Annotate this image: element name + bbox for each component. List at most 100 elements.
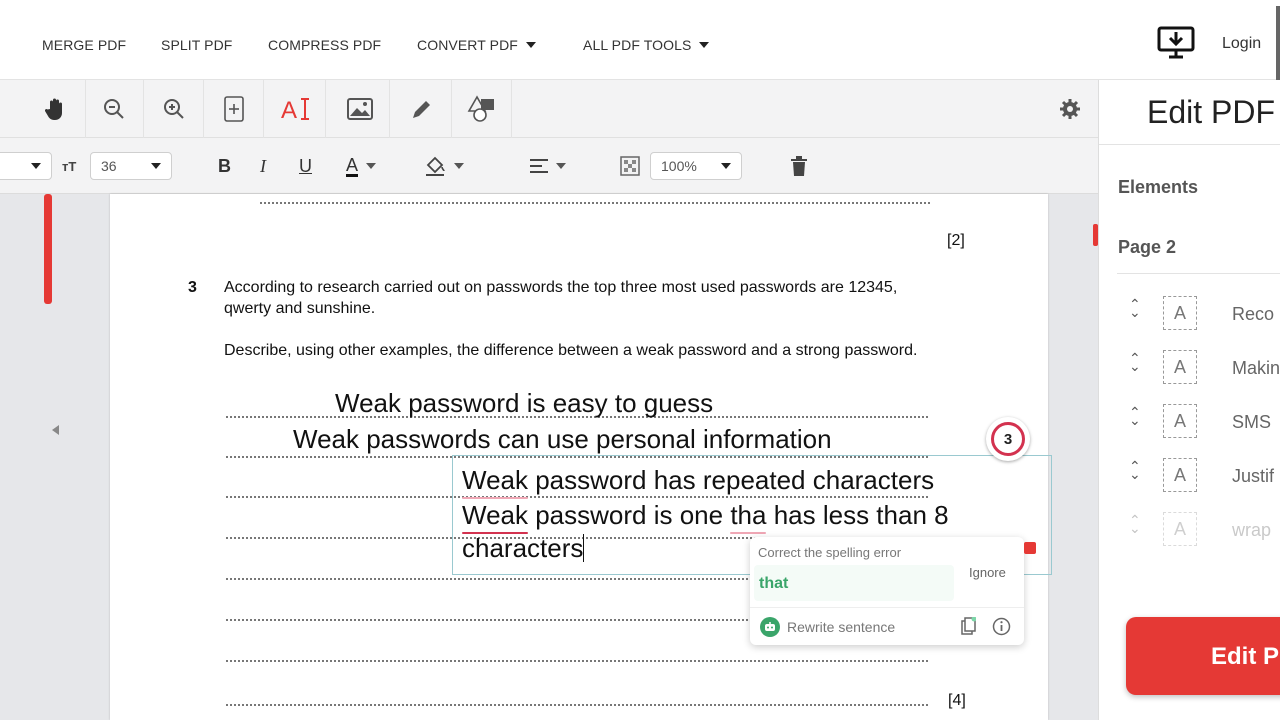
nav-convert-pdf[interactable]: CONVERT PDF bbox=[417, 37, 536, 53]
reorder-icon[interactable]: ⌃ ⌄ bbox=[1129, 351, 1141, 373]
divider bbox=[750, 607, 1024, 608]
element-row[interactable]: ⌃ ⌄ A Justif bbox=[1099, 450, 1280, 504]
nav-merge-pdf[interactable]: MERGE PDF bbox=[42, 37, 126, 53]
marks-label: [2] bbox=[947, 232, 965, 249]
spelling-error[interactable]: tha bbox=[730, 500, 766, 530]
caret-down-icon bbox=[366, 163, 377, 169]
main-toolbar: A bbox=[0, 80, 1098, 138]
page-thumbnail-scrollbar[interactable] bbox=[44, 194, 52, 304]
answer-text[interactable]: characters bbox=[462, 533, 585, 564]
text-element-icon: A bbox=[1163, 512, 1197, 546]
nav-all-pdf-tools[interactable]: ALL PDF TOOLS bbox=[583, 37, 710, 53]
desktop-download-icon[interactable] bbox=[1157, 26, 1195, 60]
robot-icon bbox=[760, 617, 780, 637]
underline-button[interactable]: U bbox=[299, 152, 312, 180]
caret-down-icon bbox=[151, 163, 161, 169]
divider bbox=[1117, 273, 1280, 274]
question-text: qwerty and sunshine. bbox=[224, 300, 376, 317]
zoom-in-tool[interactable] bbox=[144, 80, 204, 138]
question-text: According to research carried out on pas… bbox=[224, 279, 898, 296]
image-icon bbox=[346, 98, 373, 120]
shapes-icon bbox=[467, 95, 494, 122]
align-left-icon bbox=[530, 159, 548, 173]
ignore-button[interactable]: Ignore bbox=[969, 565, 1006, 580]
zoom-out-icon bbox=[103, 99, 124, 119]
answer-line bbox=[260, 202, 930, 204]
info-icon[interactable] bbox=[992, 617, 1011, 636]
format-toolbar: ᴛT 36 B I U A 100% bbox=[0, 138, 1098, 194]
answer-text[interactable]: Weak passwords can use personal informat… bbox=[293, 424, 832, 455]
hand-icon bbox=[44, 98, 62, 120]
spelling-count-badge[interactable]: 3 bbox=[986, 417, 1030, 461]
fit-page-tool[interactable] bbox=[204, 80, 264, 138]
reorder-icon[interactable]: ⌃ ⌄ bbox=[1129, 297, 1141, 319]
answer-line bbox=[226, 660, 928, 662]
top-navigation: MERGE PDF SPLIT PDF COMPRESS PDF CONVERT… bbox=[0, 0, 1280, 80]
reorder-icon[interactable]: ⌃ ⌄ bbox=[1129, 405, 1141, 427]
zoom-out-tool[interactable] bbox=[84, 80, 144, 138]
text-element-icon: A bbox=[1163, 350, 1197, 384]
caret-down-icon bbox=[556, 163, 566, 169]
add-text-tool[interactable]: A bbox=[266, 80, 326, 138]
pencil-icon bbox=[412, 101, 430, 118]
divider bbox=[1099, 144, 1280, 145]
answer-text[interactable]: Weak password is one tha has less than 8 bbox=[462, 500, 949, 531]
element-row[interactable]: ⌃ ⌄ A Makin bbox=[1099, 342, 1280, 396]
suggestion-that[interactable]: that bbox=[759, 575, 788, 593]
copy-icon[interactable] bbox=[960, 617, 976, 635]
marks-label: [4] bbox=[948, 692, 966, 709]
zoom-in-icon bbox=[163, 99, 184, 119]
italic-button[interactable]: I bbox=[260, 152, 266, 180]
text-element-icon: A bbox=[1163, 458, 1197, 492]
nav-compress-pdf[interactable]: COMPRESS PDF bbox=[268, 37, 381, 53]
font-size-select[interactable]: 36 bbox=[90, 152, 172, 180]
spelling-suggestion-popup: Correct the spelling error that Ignore R… bbox=[750, 537, 1024, 645]
element-row[interactable]: ⌃ ⌄ A SMS bbox=[1099, 396, 1280, 450]
hand-tool[interactable] bbox=[26, 80, 86, 138]
fill-color-button[interactable] bbox=[424, 152, 464, 180]
rewrite-sentence-button[interactable]: Rewrite sentence bbox=[787, 619, 895, 635]
popup-heading: Correct the spelling error bbox=[758, 545, 902, 560]
reorder-icon[interactable]: ⌃ ⌄ bbox=[1129, 513, 1141, 535]
text-tool-icon: A bbox=[281, 97, 309, 122]
align-button[interactable] bbox=[530, 152, 566, 180]
caret-down-icon bbox=[721, 163, 731, 169]
window-edge bbox=[1276, 6, 1280, 80]
reorder-icon[interactable]: ⌃ ⌄ bbox=[1129, 459, 1141, 481]
question-prompt: Describe, using other examples, the diff… bbox=[224, 342, 918, 359]
bold-button[interactable]: B bbox=[218, 152, 231, 180]
answer-text[interactable]: Weak password has repeated characters bbox=[462, 465, 934, 496]
spelling-flag[interactable]: Weak bbox=[462, 465, 528, 495]
element-row[interactable]: ⌃ ⌄ A Reco bbox=[1099, 288, 1280, 342]
text-cursor bbox=[583, 534, 585, 562]
svg-text:A: A bbox=[281, 97, 297, 122]
login-link[interactable]: Login bbox=[1222, 35, 1261, 53]
draw-tool[interactable] bbox=[392, 80, 452, 138]
nav-split-pdf[interactable]: SPLIT PDF bbox=[161, 37, 232, 53]
caret-down-icon bbox=[454, 163, 464, 169]
settings-tool[interactable] bbox=[1040, 80, 1100, 138]
text-color-button[interactable]: A bbox=[346, 152, 377, 180]
delete-button[interactable] bbox=[790, 152, 808, 180]
caret-down-icon bbox=[525, 42, 536, 48]
font-family-select[interactable] bbox=[0, 152, 52, 180]
panel-title: Edit PDF bbox=[1147, 94, 1276, 130]
shapes-tool[interactable] bbox=[452, 80, 512, 138]
text-element-icon: A bbox=[1163, 296, 1197, 330]
collapse-arrow-icon[interactable] bbox=[52, 425, 59, 435]
elements-heading: Elements bbox=[1118, 177, 1199, 197]
spelling-flag[interactable]: Weak bbox=[462, 500, 528, 530]
text-element-icon: A bbox=[1163, 404, 1197, 438]
text-color-icon: A bbox=[346, 154, 359, 177]
element-row[interactable]: ⌃ ⌄ Awrap bbox=[1099, 504, 1280, 558]
page-heading: Page 2 bbox=[1118, 237, 1177, 257]
font-size-icon: ᴛT bbox=[62, 158, 77, 174]
fit-page-icon bbox=[223, 96, 244, 122]
answer-text[interactable]: Weak password is easy to guess bbox=[335, 388, 713, 419]
opacity-select[interactable]: 100% bbox=[650, 152, 742, 180]
gear-icon bbox=[1060, 99, 1080, 119]
edit-pdf-button[interactable]: Edit P bbox=[1126, 617, 1280, 695]
image-tool[interactable] bbox=[330, 80, 390, 138]
question-number: 3 bbox=[188, 279, 197, 296]
spelling-marker[interactable] bbox=[1024, 542, 1036, 554]
